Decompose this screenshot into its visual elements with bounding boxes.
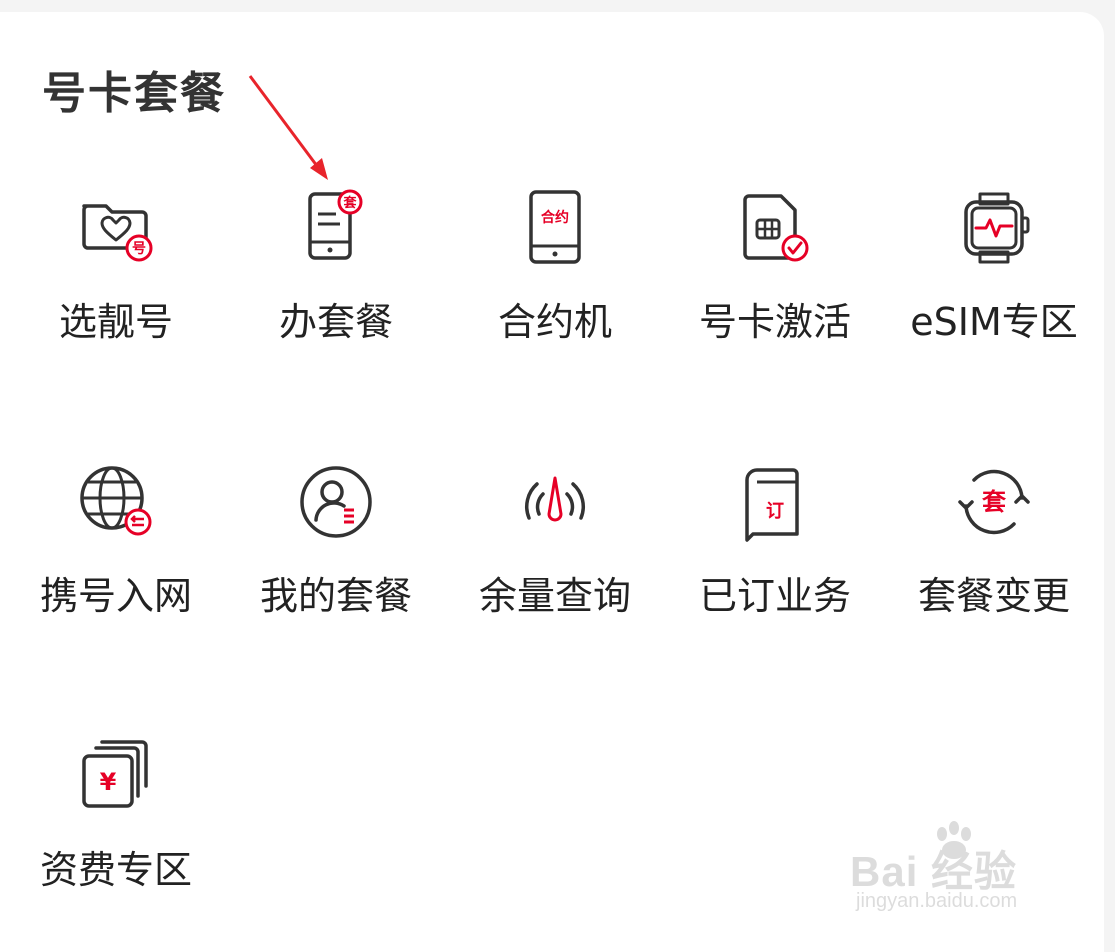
grid-item-label: 套餐变更	[917, 574, 1070, 618]
grid-item-sim-activate[interactable]: 号卡激活	[665, 188, 885, 388]
grid-item-my-plan[interactable]: 我的套餐	[226, 462, 446, 662]
ordered-doc-icon: 订	[735, 462, 815, 542]
grid-item-ordered-services[interactable]: 订 已订业务	[665, 462, 885, 662]
grid-item-label: 合约机	[497, 300, 612, 344]
baidu-watermark: Bai 经验 jingyan.baidu.com	[850, 820, 1070, 920]
sim-activate-icon	[735, 188, 815, 268]
grid-item-tariff-zone[interactable]: ¥ 资费专区	[6, 736, 226, 936]
grid-item-label: eSIM专区	[910, 300, 1078, 344]
grid-item-number-transfer[interactable]: 携号入网	[6, 462, 226, 662]
folder-heart-icon: 号	[76, 188, 156, 268]
grid-item-label: 携号入网	[39, 574, 192, 618]
annotation-arrow	[248, 75, 328, 180]
grid-item-plan-change[interactable]: 套 套餐变更	[884, 462, 1104, 662]
svg-text:号: 号	[132, 241, 146, 257]
svg-text:¥: ¥	[100, 768, 117, 796]
grid-item-label: 资费专区	[39, 848, 192, 892]
grid-item-label: 号卡激活	[698, 300, 851, 344]
svg-text:套: 套	[342, 195, 357, 211]
grid-item-esim[interactable]: eSIM专区	[884, 188, 1104, 388]
grid-item-balance-query[interactable]: 余量查询	[445, 462, 665, 662]
svg-text:订: 订	[766, 501, 784, 522]
globe-transfer-icon	[76, 462, 156, 542]
svg-text:合约: 合约	[541, 209, 569, 226]
phone-plan-icon: 套	[296, 188, 376, 268]
plan-card: 号卡套餐 号 选靓号 套 办套餐 合约 合约机 号卡激活 eSIM专区 携号入网…	[0, 12, 1104, 952]
grid-item-label: 余量查询	[478, 574, 631, 618]
section-title: 号卡套餐	[42, 68, 226, 119]
grid-item-apply-plan[interactable]: 套 办套餐	[226, 188, 446, 388]
grid-item-pick-number[interactable]: 号 选靓号	[6, 188, 226, 388]
tariff-cards-icon: ¥	[76, 736, 156, 816]
grid-item-label: 选靓号	[58, 300, 173, 344]
grid-item-label: 办套餐	[278, 300, 393, 344]
grid-item-label: 已订业务	[698, 574, 851, 618]
plan-change-icon: 套	[954, 462, 1034, 542]
grid-item-label: 我的套餐	[259, 574, 412, 618]
svg-text:套: 套	[982, 488, 1007, 516]
grid-item-contract-phone[interactable]: 合约 合约机	[445, 188, 665, 388]
user-plan-icon	[296, 462, 376, 542]
smartwatch-icon	[954, 188, 1034, 268]
contract-phone-icon: 合约	[515, 188, 595, 268]
signal-gauge-icon	[515, 462, 595, 542]
watermark-url: jingyan.baidu.com	[856, 890, 1018, 912]
